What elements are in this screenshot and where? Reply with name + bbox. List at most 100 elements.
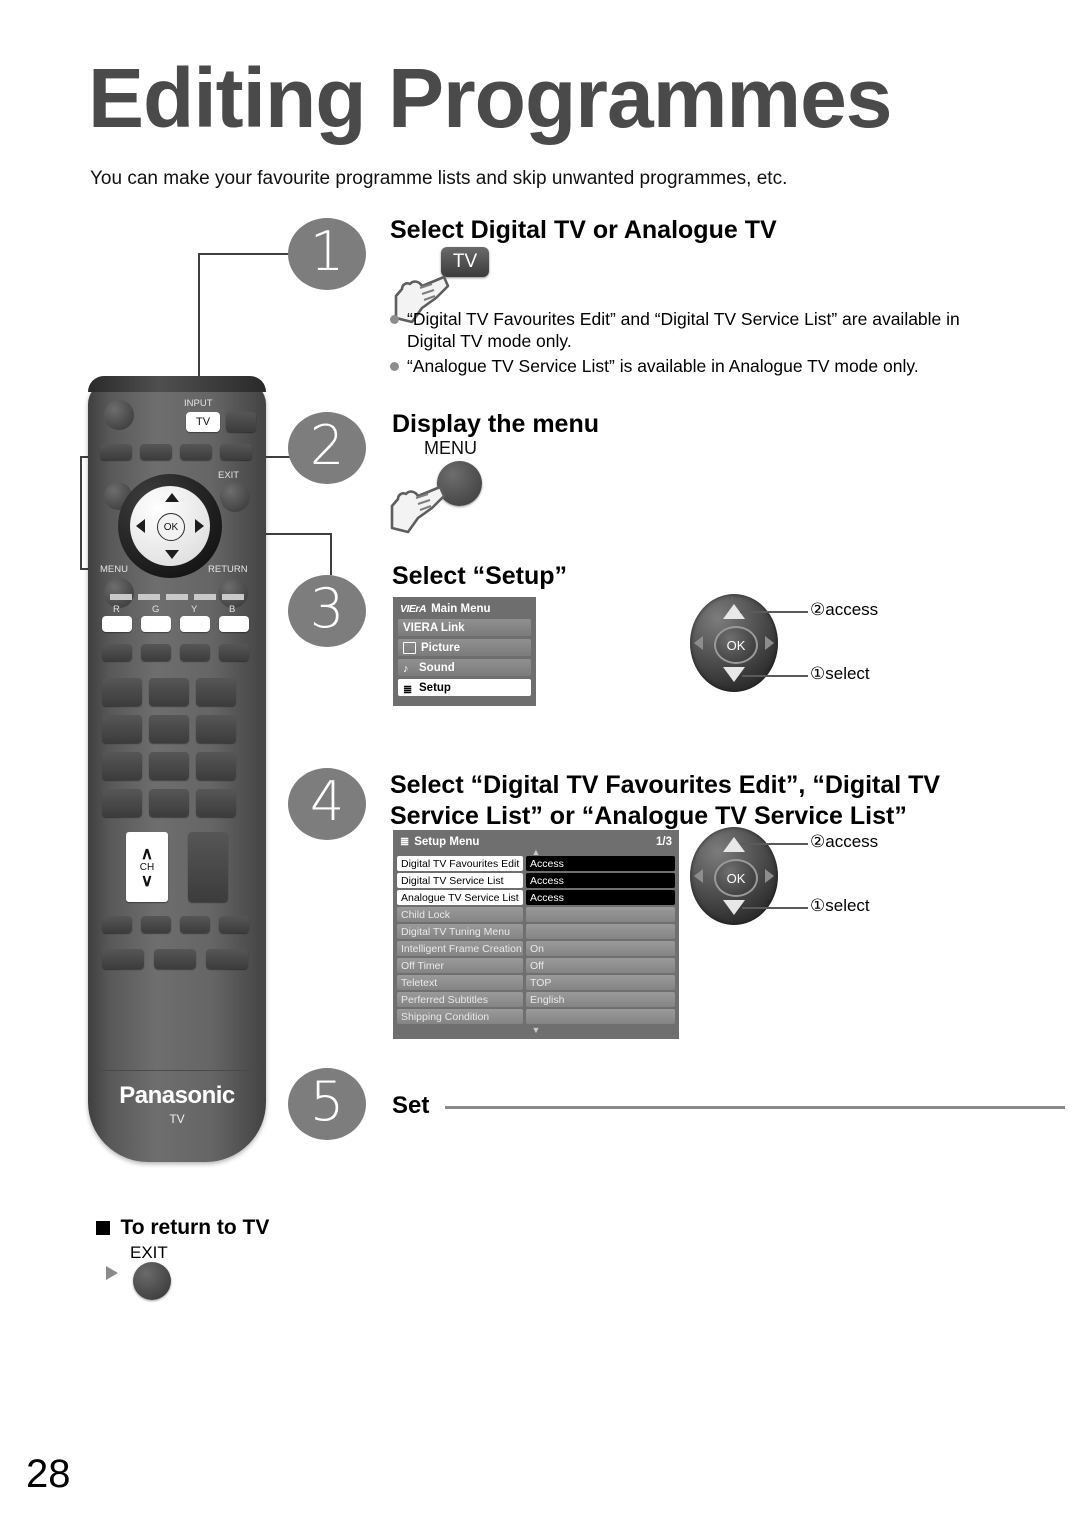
arrow-left-icon[interactable] [694,869,703,883]
panasonic-logo: Panasonic [119,1082,235,1109]
fn-button-4[interactable] [220,444,252,460]
menu-key-label: MENU [424,438,477,458]
setup-menu-row[interactable]: Digital TV Favourites Edit Access [397,856,675,871]
fn-button-2[interactable] [140,444,172,460]
exit-key-graphic[interactable] [133,1262,171,1300]
setup-menu-row[interactable]: Perferred Subtitles English [397,992,675,1007]
arrow-right-icon[interactable] [765,869,774,883]
keypad-4[interactable] [102,715,142,743]
setup-list-icon: ≣ [403,683,413,696]
keypad-3[interactable] [196,678,236,706]
arrow-right-icon[interactable] [765,636,774,650]
setup-menu-page-indicator: 1/3 [656,835,672,848]
keypad-6[interactable] [196,715,236,743]
input-label: INPUT [184,398,213,409]
colour-button-green[interactable] [141,616,171,632]
keypad-9[interactable] [196,752,236,780]
av-button[interactable] [226,412,256,432]
viera-item-label: VIERA Link [403,621,465,634]
fn-button-1[interactable] [100,444,132,460]
setup-row-value [526,907,675,922]
setup-menu-rows: Digital TV Favourites Edit Access Digital … [397,856,675,1024]
keypad-7[interactable] [102,752,142,780]
viera-item-label: Picture [421,641,460,654]
step-5-heading: Set [392,1092,430,1119]
sub-button-2[interactable] [141,644,171,661]
sub-button-4[interactable] [219,644,249,661]
sub-button-3[interactable] [180,644,210,661]
connector-step-3-vert [330,533,332,575]
viera-item-picture[interactable]: Picture [398,639,531,656]
step-3-heading: Select “Setup” [392,562,568,590]
step-number-3-text: 3 [309,577,345,640]
menu-label: MENU [100,564,128,575]
setup-menu-row[interactable]: Digital TV Tuning Menu [397,924,675,939]
keypad-0[interactable] [102,789,142,817]
extra-button-3[interactable] [180,916,210,933]
arrow-down-icon[interactable] [165,550,179,559]
extra-button-6[interactable] [154,949,196,969]
viera-logo: VIErA [400,603,427,615]
fn-button-3[interactable] [180,444,212,460]
step-1-heading: Select Digital TV or Analogue TV [390,216,777,244]
dpad[interactable]: OK [118,474,222,578]
sub-button-1[interactable] [102,644,132,661]
viera-item-setup[interactable]: ≣ Setup [398,679,531,696]
extra-button-1[interactable] [102,916,132,933]
volume-rocker[interactable] [188,832,228,902]
extra-button-7[interactable] [206,949,248,969]
setup-menu-row[interactable]: Intelligent Frame Creation On [397,941,675,956]
arrow-right-icon[interactable] [195,519,204,533]
scroll-down-icon[interactable]: ▼ [397,1026,675,1035]
return-label: RETURN [208,564,248,575]
colour-button-blue[interactable] [219,616,249,632]
setup-menu-row[interactable]: Child Lock [397,907,675,922]
keypad-1[interactable] [102,678,142,706]
colour-label-r: R [113,604,120,615]
setup-menu-row[interactable]: Analogue TV Service List Access [397,890,675,905]
setup-row-value: Off [526,958,675,973]
dpad-callout-step-4[interactable]: OK [690,827,778,925]
power-button[interactable] [104,400,134,430]
arrow-left-icon[interactable] [694,636,703,650]
setup-menu-row[interactable]: Off Timer Off [397,958,675,973]
callout-select-4: ①select [810,896,870,915]
keypad-dash[interactable] [149,789,189,817]
arrow-up-icon[interactable] [723,837,745,852]
ok-button[interactable]: OK [714,859,758,897]
setup-menu-row[interactable]: Shipping Condition [397,1009,675,1024]
setup-menu-row[interactable]: Teletext TOP [397,975,675,990]
extra-button-2[interactable] [141,916,171,933]
step-5-rule [445,1106,1065,1109]
tv-button[interactable]: TV [186,412,220,432]
viera-item-sound[interactable]: ♪ Sound [398,659,531,676]
exit-button[interactable] [220,482,250,512]
arrow-up-icon[interactable] [165,493,179,502]
ok-button[interactable]: OK [157,513,185,541]
colour-button-bracket [110,594,244,604]
colour-seg-4 [194,594,216,600]
setup-list-icon: ≣ [400,836,410,848]
colour-button-red[interactable] [102,616,132,632]
colour-button-yellow[interactable] [180,616,210,632]
channel-rocker[interactable]: ∧ CH ∨ [126,832,168,902]
keypad-2[interactable] [149,678,189,706]
setup-menu-row[interactable]: Digital TV Service List Access [397,873,675,888]
extra-button-5[interactable] [102,949,144,969]
callout-line-access-3 [740,611,808,613]
dpad-callout-step-3[interactable]: OK [690,594,778,692]
keypad-8[interactable] [149,752,189,780]
step-2-heading: Display the menu [392,410,599,438]
scroll-up-icon[interactable]: ▲ [397,848,675,857]
viera-item-viera-link[interactable]: VIERA Link [398,619,531,636]
callout-access-3: ②access [810,600,879,619]
keypad-last[interactable] [196,789,236,817]
colour-label-b: B [229,604,236,615]
keypad-5[interactable] [149,715,189,743]
extra-button-4[interactable] [219,916,249,933]
dpad-inner[interactable]: OK [130,486,210,566]
setup-row-name: Analogue TV Service List [397,890,523,905]
step-1-note-1: “Digital TV Favourites Edit” and “Digita… [390,308,1010,353]
arrow-left-icon[interactable] [136,519,145,533]
ok-button[interactable]: OK [714,626,758,664]
